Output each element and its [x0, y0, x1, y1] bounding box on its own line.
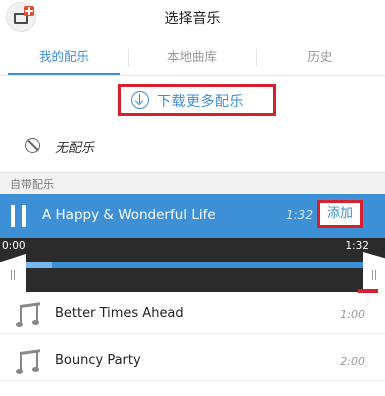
tab-local-library[interactable]: 本地曲库: [128, 42, 256, 75]
trim-end-time: 1:32: [345, 240, 369, 252]
ban-icon: [25, 138, 40, 153]
track-title: Better Times Ahead: [55, 306, 184, 321]
track-list-item[interactable]: Bouncy Party 2:00: [0, 343, 385, 381]
music-note-icon: [16, 305, 42, 327]
music-note-icon: [16, 352, 42, 374]
section-label: 自带配乐: [10, 178, 54, 191]
track-duration: 2:00: [340, 355, 365, 368]
tab-my-music[interactable]: 我的配乐: [0, 42, 128, 75]
trim-end-handle[interactable]: [363, 252, 385, 292]
trim-start-handle[interactable]: [0, 254, 26, 292]
no-music-option[interactable]: 无配乐: [0, 128, 385, 164]
now-playing-title: A Happy & Wonderful Life: [42, 207, 216, 223]
tab-history[interactable]: 历史: [256, 42, 384, 75]
tab-bar: 我的配乐 本地曲库 历史: [0, 42, 385, 76]
section-header-builtin: 自带配乐: [0, 172, 385, 194]
download-more-label: 下载更多配乐: [157, 94, 244, 110]
track-duration: 1:00: [340, 308, 365, 321]
track-list-item[interactable]: Better Times Ahead 1:00: [0, 296, 385, 334]
pause-icon[interactable]: [10, 205, 28, 227]
progress-track[interactable]: [0, 262, 385, 268]
title-bar: 选择音乐: [0, 0, 385, 34]
trim-start-time: 0:00: [2, 240, 26, 252]
now-playing-row[interactable]: A Happy & Wonderful Life 1:32 添加: [0, 194, 385, 238]
now-playing-duration: 1:32: [286, 208, 313, 222]
download-circle-icon: [131, 91, 149, 109]
trim-progress-bar: 0:00 1:32: [0, 238, 385, 292]
track-title: Bouncy Party: [55, 353, 141, 368]
add-button[interactable]: 添加: [317, 200, 363, 228]
download-more-music-button[interactable]: 下载更多配乐: [118, 84, 276, 116]
highlight-marker: [358, 289, 378, 293]
no-music-label: 无配乐: [55, 141, 95, 156]
page-title: 选择音乐: [164, 11, 221, 27]
